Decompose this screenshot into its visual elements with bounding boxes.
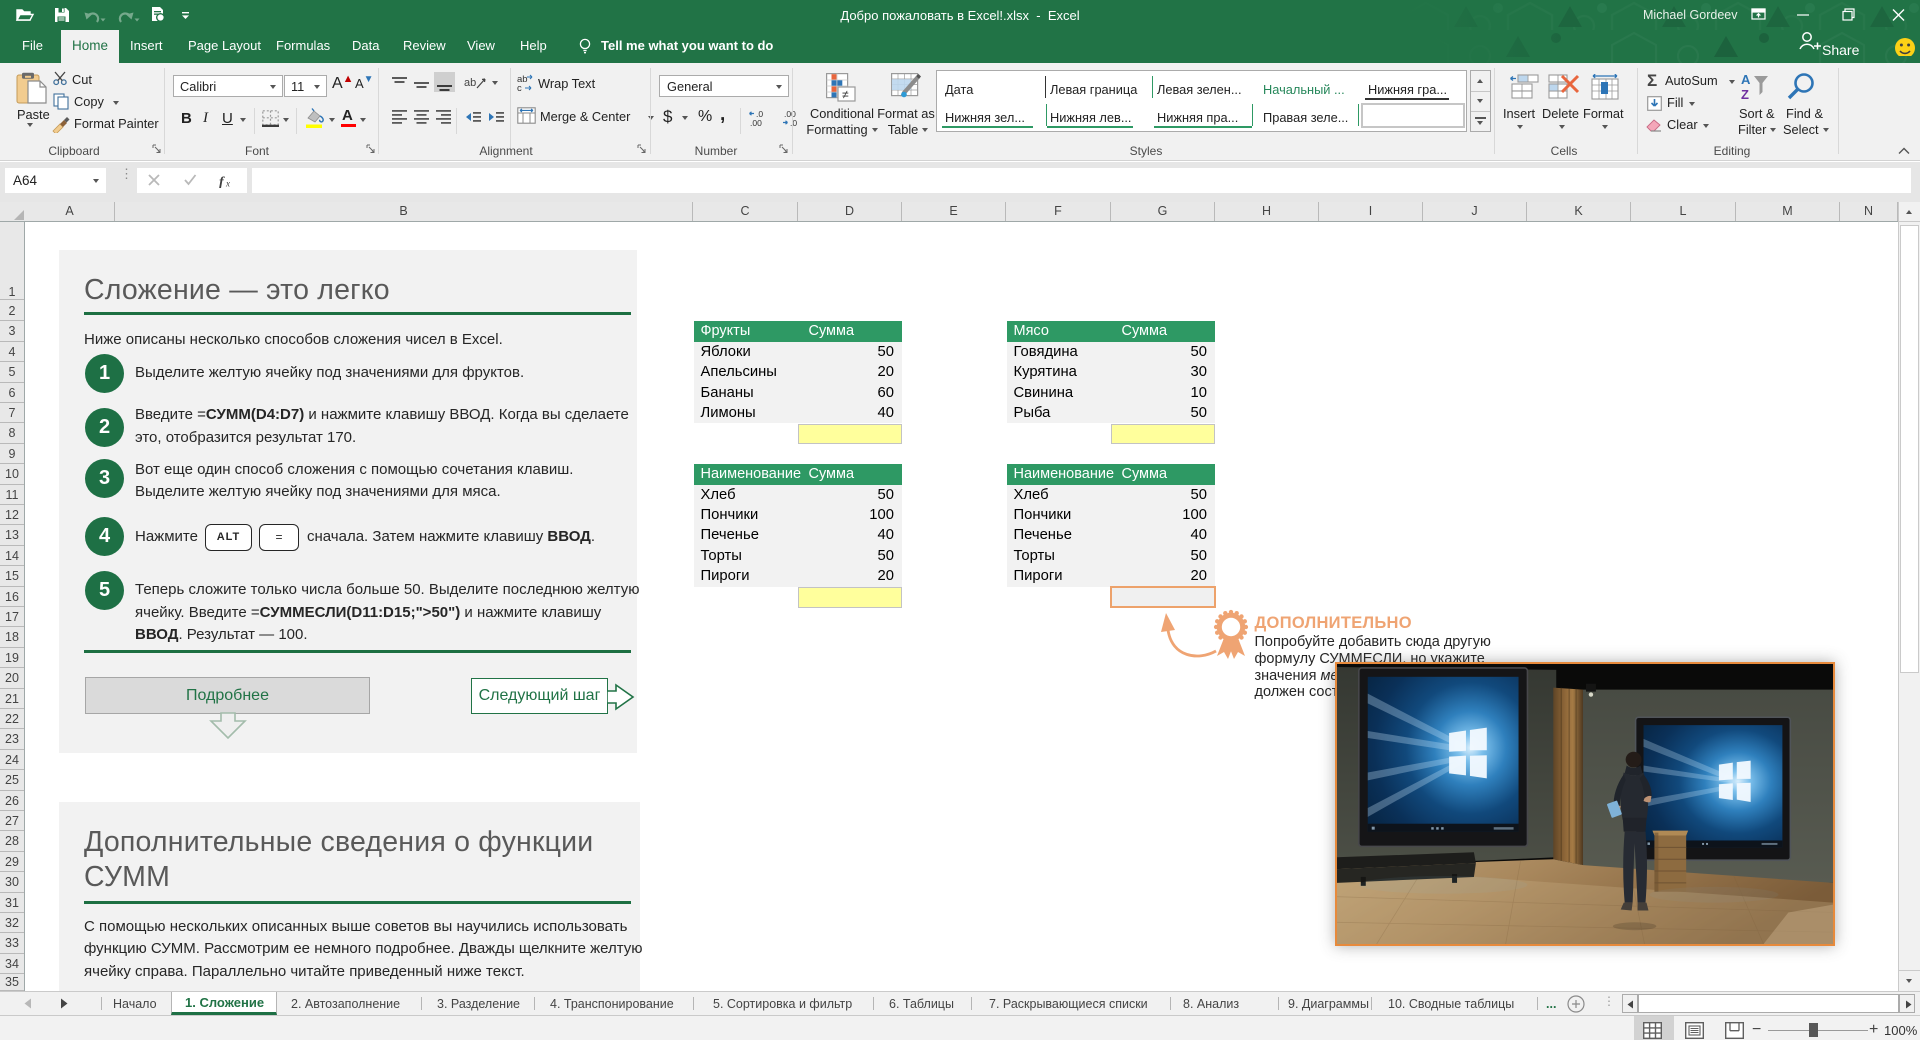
svg-text:A: A [1741,72,1751,87]
svg-text:.00: .00 [750,118,762,128]
svg-text:f: f [219,175,225,188]
svg-text:x: x [225,179,230,189]
svg-text:c: c [517,83,522,93]
svg-text:Z: Z [1741,87,1749,102]
svg-text:≠: ≠ [842,88,849,102]
svg-text:ab: ab [464,77,476,89]
